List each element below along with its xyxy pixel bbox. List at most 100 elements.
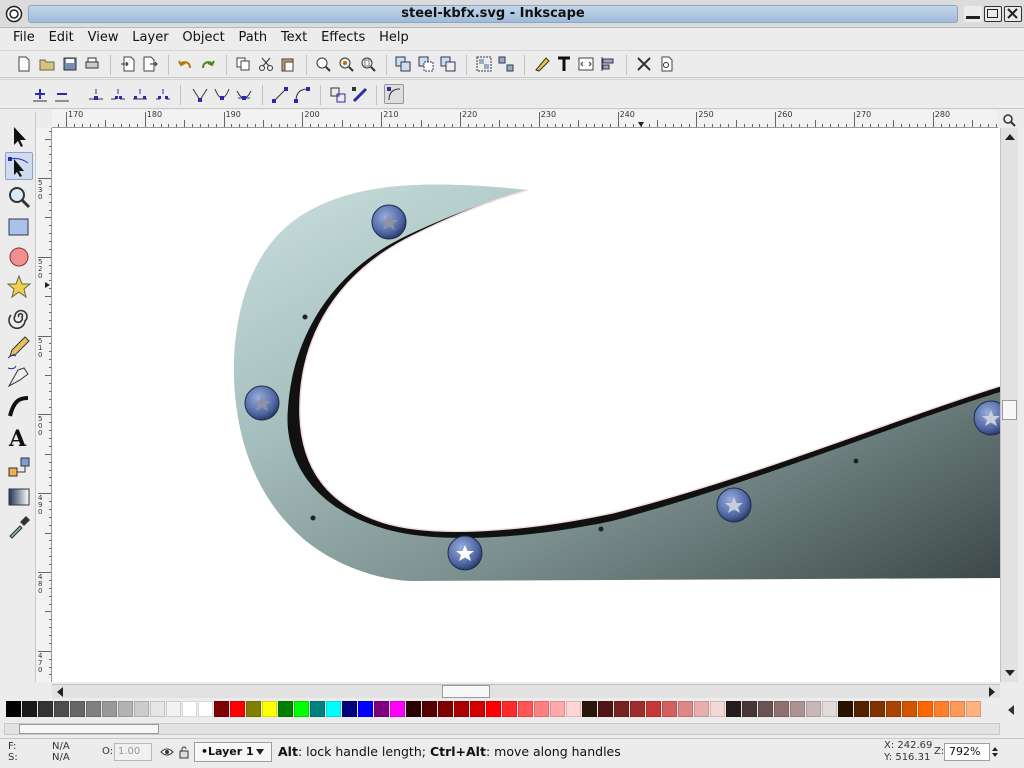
color-swatch[interactable] xyxy=(790,701,805,717)
color-swatch[interactable] xyxy=(662,701,677,717)
ungroup-icon[interactable] xyxy=(498,56,514,72)
gradient-tool-icon[interactable] xyxy=(6,484,32,510)
color-swatch[interactable] xyxy=(454,701,469,717)
symmetric-node-icon[interactable] xyxy=(236,87,252,103)
rectangle-tool-icon[interactable] xyxy=(6,214,32,240)
horizontal-ruler[interactable]: 170 180 190 200 210 220 230 240 250 260 270 280 xyxy=(52,110,998,128)
export-icon[interactable] xyxy=(142,56,158,72)
scroll-left-icon[interactable] xyxy=(55,686,65,698)
delete-segment-icon[interactable] xyxy=(155,87,171,103)
scroll-up-icon[interactable] xyxy=(1004,132,1016,142)
color-swatch[interactable] xyxy=(102,701,117,717)
connector-tool-icon[interactable] xyxy=(6,454,32,480)
opacity-input[interactable]: 1.00 xyxy=(114,743,152,761)
palette-scrollbar[interactable] xyxy=(4,723,1000,735)
eye-icon[interactable] xyxy=(160,745,174,759)
color-swatch[interactable] xyxy=(294,701,309,717)
menu-path[interactable]: Path xyxy=(234,28,273,48)
lock-icon[interactable] xyxy=(178,745,190,759)
rivet[interactable] xyxy=(716,487,752,523)
preferences-icon[interactable] xyxy=(636,56,652,72)
color-swatch[interactable] xyxy=(326,701,341,717)
insert-node-icon[interactable] xyxy=(32,87,48,103)
color-swatch[interactable] xyxy=(70,701,85,717)
fill-value[interactable]: N/A xyxy=(52,741,70,752)
vertical-scrollbar[interactable] xyxy=(1000,128,1018,682)
color-swatch[interactable] xyxy=(518,701,533,717)
rivet[interactable] xyxy=(371,204,407,240)
color-swatch[interactable] xyxy=(726,701,741,717)
text-tool-icon[interactable]: A xyxy=(6,424,32,450)
inkscape-app-icon[interactable] xyxy=(5,5,23,23)
xml-editor-icon[interactable] xyxy=(578,56,594,72)
text-font-icon[interactable] xyxy=(556,56,572,72)
horizontal-scroll-thumb[interactable] xyxy=(442,685,490,698)
align-icon[interactable] xyxy=(600,56,616,72)
color-swatch[interactable] xyxy=(390,701,405,717)
color-swatch[interactable] xyxy=(614,701,629,717)
undo-icon[interactable] xyxy=(177,56,193,72)
color-swatch[interactable] xyxy=(918,701,933,717)
rivet[interactable] xyxy=(447,535,483,571)
cusp-node-icon[interactable] xyxy=(192,87,208,103)
redo-icon[interactable] xyxy=(200,56,216,72)
spiral-tool-icon[interactable] xyxy=(6,304,32,330)
rivet[interactable] xyxy=(244,385,280,421)
menu-edit[interactable]: Edit xyxy=(44,28,79,48)
color-swatch[interactable] xyxy=(838,701,853,717)
menu-layer[interactable]: Layer xyxy=(127,28,173,48)
color-swatch[interactable] xyxy=(598,701,613,717)
horizontal-scrollbar[interactable] xyxy=(52,684,1000,698)
new-document-icon[interactable] xyxy=(16,56,32,72)
menu-help[interactable]: Help xyxy=(374,28,414,48)
color-swatch[interactable] xyxy=(134,701,149,717)
color-swatch[interactable] xyxy=(566,701,581,717)
color-swatch[interactable] xyxy=(550,701,565,717)
color-swatch[interactable] xyxy=(406,701,421,717)
line-segment-icon[interactable] xyxy=(272,87,288,103)
vertical-ruler[interactable]: 5 3 0 5 2 0 5 1 0 5 0 0 4 9 0 4 8 0 4 7 0 xyxy=(36,128,52,682)
steel-shape[interactable] xyxy=(233,184,1000,581)
color-swatch[interactable] xyxy=(582,701,597,717)
color-swatch[interactable] xyxy=(358,701,373,717)
copy-icon[interactable] xyxy=(235,56,251,72)
cut-icon[interactable] xyxy=(258,56,274,72)
color-swatch[interactable] xyxy=(886,701,901,717)
stroke-to-path-icon[interactable] xyxy=(352,87,368,103)
color-swatch[interactable] xyxy=(86,701,101,717)
import-icon[interactable] xyxy=(120,56,136,72)
color-swatch[interactable] xyxy=(342,701,357,717)
color-swatch[interactable] xyxy=(54,701,69,717)
duplicate-icon[interactable] xyxy=(395,56,411,72)
color-swatch[interactable] xyxy=(182,701,197,717)
pen-tool-icon[interactable] xyxy=(6,364,32,390)
color-swatch[interactable] xyxy=(694,701,709,717)
color-swatch[interactable] xyxy=(22,701,37,717)
color-swatch[interactable] xyxy=(310,701,325,717)
color-swatch[interactable] xyxy=(166,701,181,717)
vertical-scroll-thumb[interactable] xyxy=(1002,400,1017,420)
ellipse-tool-icon[interactable] xyxy=(6,244,32,270)
menu-effects[interactable]: Effects xyxy=(316,28,370,48)
chevron-down-icon[interactable] xyxy=(255,748,265,756)
smooth-node-icon[interactable] xyxy=(214,87,230,103)
paste-icon[interactable] xyxy=(280,56,296,72)
print-icon[interactable] xyxy=(84,56,100,72)
color-swatch[interactable] xyxy=(854,701,869,717)
zoom-input[interactable]: 792% xyxy=(944,743,990,761)
dropper-tool-icon[interactable] xyxy=(6,514,32,540)
join-nodes-icon[interactable] xyxy=(88,87,104,103)
color-swatch[interactable] xyxy=(742,701,757,717)
show-handles-toggle[interactable] xyxy=(384,84,404,104)
scroll-down-icon[interactable] xyxy=(1004,668,1016,678)
close-button[interactable] xyxy=(1004,6,1022,22)
open-icon[interactable] xyxy=(39,56,55,72)
color-swatch[interactable] xyxy=(806,701,821,717)
zoom-drawing-icon[interactable] xyxy=(338,56,354,72)
color-swatch[interactable] xyxy=(38,701,53,717)
color-swatch[interactable] xyxy=(230,701,245,717)
zoom-corner-icon[interactable] xyxy=(1002,113,1016,127)
color-swatch[interactable] xyxy=(646,701,661,717)
color-swatch[interactable] xyxy=(278,701,293,717)
color-swatch[interactable] xyxy=(710,701,725,717)
